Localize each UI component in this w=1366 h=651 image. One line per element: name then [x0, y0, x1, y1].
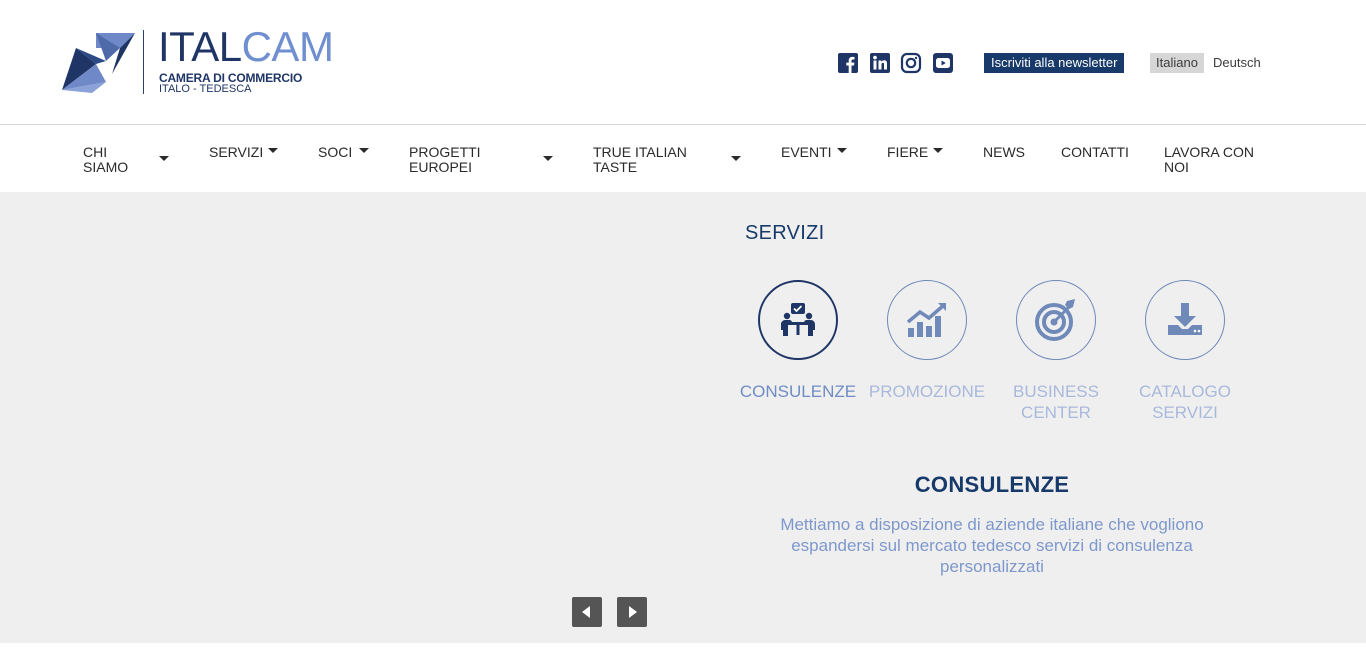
- service-detail-title: CONSULENZE: [914, 472, 1070, 497]
- nav-label: TRUE ITALIAN: [593, 144, 687, 160]
- nav-item-fiere[interactable]: FIERE: [887, 145, 928, 160]
- nav-item-news[interactable]: NEWS: [983, 145, 1025, 160]
- service-catalogo-servizi[interactable]: CATALOGO SERVIZI: [1125, 280, 1245, 423]
- newsletter-button[interactable]: Iscriviti alla newsletter: [984, 53, 1125, 73]
- chevron-down-icon[interactable]: [731, 156, 741, 161]
- service-circle[interactable]: [758, 280, 838, 360]
- italcam-logo[interactable]: ITALCAM CAMERA DI COMMERCIO ITALO - TEDE…: [62, 26, 362, 96]
- service-circle[interactable]: [887, 280, 967, 360]
- lang-deutsch[interactable]: Deutsch: [1207, 53, 1267, 73]
- target-icon: [1035, 299, 1075, 341]
- nav-item-eventi[interactable]: EVENTI: [781, 145, 832, 160]
- services-section: SERVIZI CONSULENZE PROMOZIONE BUSINESS C…: [0, 192, 1366, 643]
- carousel-prev-button[interactable]: [572, 597, 602, 627]
- youtube-icon[interactable]: [932, 52, 954, 74]
- logo-subtitle-2: ITALO - TEDESCA: [159, 83, 252, 95]
- logo-mark-icon: [62, 33, 135, 93]
- linkedin-icon[interactable]: [869, 52, 891, 74]
- nav-item-chi-siamo[interactable]: CHI SIAMO: [83, 145, 128, 175]
- lang-italiano[interactable]: Italiano: [1150, 53, 1204, 73]
- service-business-center[interactable]: BUSINESS CENTER: [996, 280, 1116, 423]
- main-nav: CHI SIAMO SERVIZI SOCI PROGETTI EUROPEI …: [0, 124, 1366, 193]
- download-icon: [1168, 303, 1202, 335]
- nav-item-true-italian-taste[interactable]: TRUE ITALIAN TASTE: [593, 145, 687, 175]
- nav-item-contatti[interactable]: CONTATTI: [1061, 145, 1129, 160]
- nav-label: SERVIZI: [209, 144, 264, 160]
- nav-label: SOCI: [318, 144, 353, 160]
- chevron-down-icon[interactable]: [359, 148, 369, 153]
- section-title: SERVIZI: [745, 222, 825, 244]
- service-label: BUSINESS CENTER: [1013, 382, 1099, 422]
- chevron-down-icon[interactable]: [159, 156, 169, 161]
- nav-label: FIERE: [887, 144, 929, 160]
- nav-label: CONTATTI: [1061, 144, 1129, 160]
- logo-divider: [143, 30, 144, 94]
- nav-label: PROGETTI: [409, 144, 481, 160]
- service-detail-text: Mettiamo a disposizione di aziende itali…: [780, 515, 1204, 576]
- service-circle[interactable]: [1016, 280, 1096, 360]
- service-consulenze[interactable]: CONSULENZE: [738, 280, 858, 402]
- service-label: CATALOGO SERVIZI: [1139, 382, 1231, 422]
- carousel-next-button[interactable]: [617, 597, 647, 627]
- arrow-right-icon: [629, 606, 637, 618]
- nav-item-servizi[interactable]: SERVIZI: [209, 145, 263, 160]
- nav-label: EUROPEI: [409, 159, 473, 175]
- instagram-icon[interactable]: [900, 52, 922, 74]
- service-circle[interactable]: [1145, 280, 1225, 360]
- nav-label: SIAMO: [83, 159, 129, 175]
- chevron-down-icon[interactable]: [543, 156, 553, 161]
- nav-item-progetti-europei[interactable]: PROGETTI EUROPEI: [409, 145, 481, 175]
- arrow-left-icon: [582, 606, 590, 618]
- service-label: CONSULENZE: [739, 382, 857, 401]
- nav-label: TASTE: [593, 159, 638, 175]
- nav-item-soci[interactable]: SOCI: [318, 145, 352, 160]
- chevron-down-icon[interactable]: [268, 148, 278, 153]
- chevron-down-icon[interactable]: [837, 148, 847, 153]
- growth-chart-icon: [906, 303, 946, 337]
- nav-label: CHI: [83, 144, 108, 160]
- facebook-icon[interactable]: [837, 52, 859, 74]
- nav-label: LAVORA CON: [1164, 144, 1254, 160]
- chevron-down-icon[interactable]: [933, 148, 943, 153]
- consulting-icon: [781, 303, 815, 336]
- nav-label: NOI: [1164, 159, 1189, 175]
- nav-item-lavora-con-noi[interactable]: LAVORA CON NOI: [1164, 145, 1254, 175]
- nav-label: NEWS: [983, 144, 1025, 160]
- site-header: ITALCAM CAMERA DI COMMERCIO ITALO - TEDE…: [0, 0, 1366, 124]
- nav-label: EVENTI: [781, 144, 832, 160]
- service-promozione[interactable]: PROMOZIONE: [867, 280, 987, 402]
- logo-wordmark: ITALCAM: [158, 23, 334, 70]
- service-label: PROMOZIONE: [868, 382, 986, 401]
